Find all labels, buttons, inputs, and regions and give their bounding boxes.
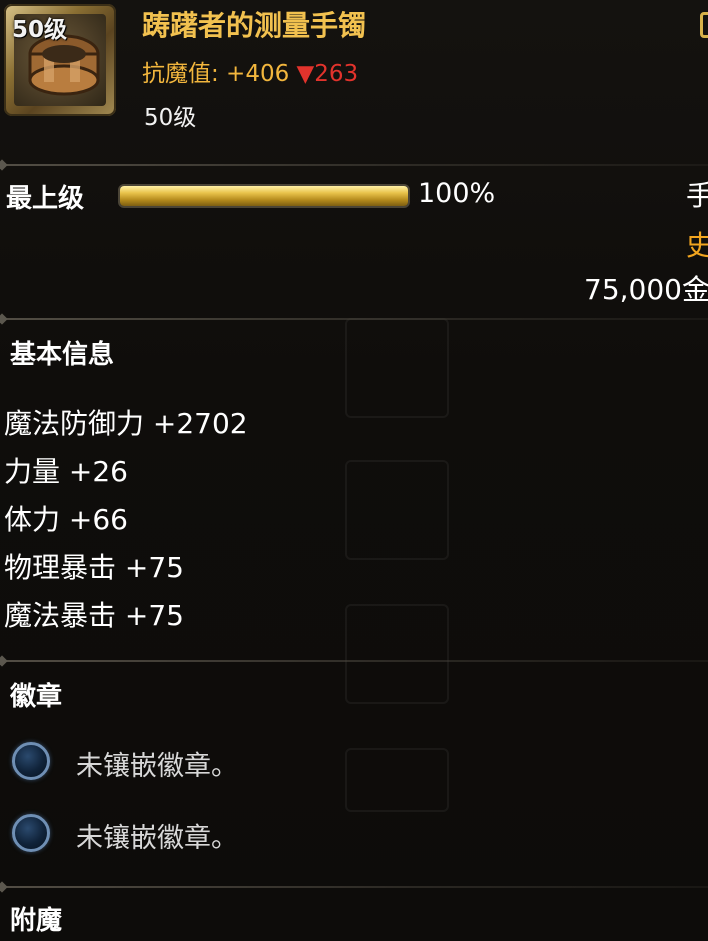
emblem-slot-text: 未镶嵌徽章。 bbox=[76, 751, 238, 782]
cut-off-label: 手 bbox=[686, 179, 708, 212]
progress-percent: 100% bbox=[418, 178, 496, 209]
attribute-line: 体力 +66 bbox=[4, 503, 128, 536]
enchant-title: 附魔 bbox=[10, 906, 63, 936]
divider bbox=[0, 660, 708, 662]
background-ghost-slot bbox=[345, 460, 449, 560]
item-name: 踌躇者的测量手镯 bbox=[142, 9, 367, 42]
item-level: 50级 bbox=[144, 105, 197, 131]
emblem-socket-icon[interactable] bbox=[12, 814, 50, 852]
attribute-line: 魔法暴击 +75 bbox=[4, 599, 184, 632]
divider bbox=[0, 164, 708, 166]
attribute-line: 物理暴击 +75 bbox=[4, 551, 184, 584]
resist-stat-value: 抗魔值: +406 bbox=[142, 61, 290, 87]
divider bbox=[0, 886, 708, 888]
item-level-badge: 50级 bbox=[12, 17, 68, 43]
item-price: 75,000金 bbox=[584, 273, 708, 306]
resist-stat-diff: ▼263 bbox=[296, 61, 359, 87]
compare-icon[interactable] bbox=[700, 12, 708, 38]
emblem-socket-icon[interactable] bbox=[12, 742, 50, 780]
background-ghost-slot bbox=[345, 748, 449, 812]
background-ghost-slot bbox=[345, 318, 449, 418]
item-tooltip-panel: 50级 踌躇者的测量手镯 抗魔值: +406 ▼263 50级 最上级 100%… bbox=[0, 0, 708, 941]
upgrade-grade-label: 最上级 bbox=[6, 184, 85, 214]
attribute-line: 力量 +26 bbox=[4, 455, 128, 488]
emblem-title: 徽章 bbox=[10, 682, 63, 712]
upgrade-progress-bar bbox=[118, 184, 410, 208]
item-icon-frame: 50级 bbox=[4, 4, 116, 116]
basic-info-title: 基本信息 bbox=[10, 340, 115, 370]
divider bbox=[0, 318, 708, 320]
background-ghost-slot bbox=[345, 604, 449, 704]
attribute-line: 魔法防御力 +2702 bbox=[4, 407, 248, 440]
cut-off-grade: 史 bbox=[686, 229, 708, 262]
emblem-slot-text: 未镶嵌徽章。 bbox=[76, 823, 238, 854]
progress-fill bbox=[120, 186, 408, 206]
resist-stat-line: 抗魔值: +406 ▼263 bbox=[142, 54, 358, 88]
